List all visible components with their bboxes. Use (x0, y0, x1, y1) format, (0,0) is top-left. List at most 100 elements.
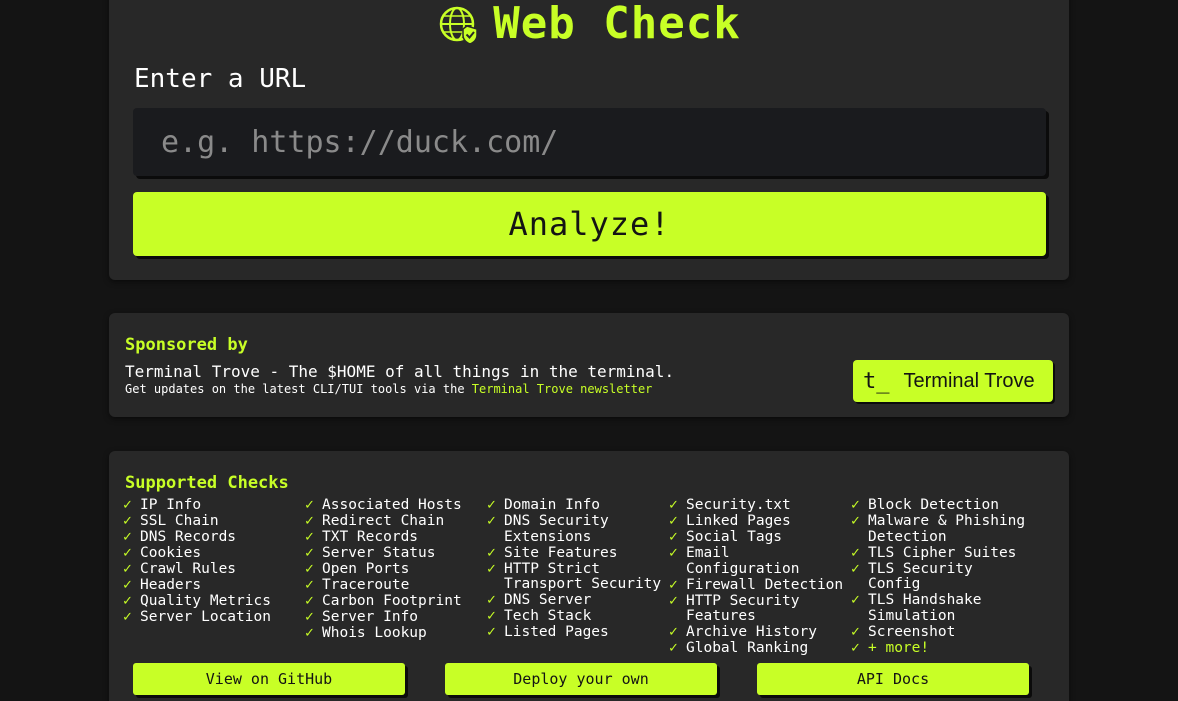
check-item-label: Domain Info (504, 497, 601, 513)
checks-column: ✓ Domain Info ✓ DNS Security Extensions ✓ Sit… (487, 497, 669, 657)
check-item-label: Block Detection (868, 497, 999, 513)
checks-column: ✓ Security.txt ✓ Linked Pages ✓ Social Tags ✓ E… (669, 497, 851, 657)
check-item-label: Security.txt (686, 497, 791, 513)
url-entry-card: Web Check Enter a URL Analyze! (109, 0, 1069, 280)
checkmark-icon: ✓ (305, 497, 314, 513)
check-item-label: IP Info (140, 497, 202, 513)
check-item: ✓ + more! (851, 640, 1033, 657)
checkmark-icon: ✓ (487, 497, 496, 513)
checkmark-icon: ✓ (669, 640, 678, 656)
sponsor-tagline: Terminal Trove - The $HOME of all things… (125, 362, 675, 381)
check-item: ✓ Server Location (123, 609, 305, 626)
checkmark-icon: ✓ (851, 592, 860, 608)
check-item: ✓ Firewall Detection (669, 576, 851, 594)
url-input-label: Enter a URL (134, 64, 307, 94)
check-item-label: Carbon Footprint (322, 593, 462, 609)
sponsor-heading: Sponsored by (125, 335, 248, 355)
checkmark-icon: ✓ (487, 624, 496, 640)
check-item-label: HTTP Security Features (686, 592, 800, 624)
analyze-button[interactable]: Analyze! (133, 192, 1046, 256)
checkmark-icon: ✓ (123, 545, 132, 561)
check-item: ✓ Carbon Footprint (305, 593, 487, 610)
checkmark-icon: ✓ (669, 576, 678, 593)
check-item: ✓ Global Ranking (669, 640, 851, 657)
check-item-label: Redirect Chain (322, 513, 445, 529)
check-item: ✓ Cookies (123, 545, 305, 562)
check-item: ✓ Headers (123, 577, 305, 594)
checkmark-icon: ✓ (669, 513, 678, 529)
checkmark-icon: ✓ (669, 529, 678, 545)
check-item: ✓ HTTP Security Features (669, 592, 851, 625)
checks-column: ✓ Associated Hosts ✓ Redirect Chain ✓ TXT Rec… (305, 497, 487, 657)
check-item-label: Site Features (504, 544, 618, 561)
check-item: ✓ DNS Security Extensions (487, 513, 669, 545)
check-item: ✓ Block Detection (851, 497, 1033, 514)
checkmark-icon: ✓ (851, 497, 860, 513)
check-item-label: Linked Pages (686, 513, 791, 529)
check-item-label: TLS Handshake Simulation (868, 592, 982, 624)
check-item-label: Server Location (140, 609, 271, 625)
check-item-label: HTTP Strict Transport Security (504, 560, 662, 592)
checkmark-icon: ✓ (669, 545, 678, 561)
checkmark-icon: ✓ (305, 609, 314, 625)
url-input[interactable] (133, 108, 1046, 176)
check-item: ✓ Crawl Rules (123, 561, 305, 578)
header: Web Check (109, 0, 1069, 50)
checkmark-icon: ✓ (123, 609, 132, 625)
check-item: ✓ Traceroute (305, 577, 487, 594)
check-item: ✓ Tech Stack (487, 608, 669, 625)
check-item: ✓ Screenshot (851, 624, 1033, 641)
check-item: ✓ TXT Records (305, 529, 487, 546)
check-item-label: Listed Pages (504, 624, 609, 640)
view-on-github-button[interactable]: View on GitHub (133, 663, 405, 695)
supported-checks-heading: Supported Checks (125, 473, 289, 493)
checkmark-icon: ✓ (123, 593, 132, 609)
checkmark-icon: ✓ (851, 513, 860, 529)
sponsor-subtext-prefix: Get updates on the latest CLI/TUI tools … (125, 382, 472, 396)
newsletter-link[interactable]: Terminal Trove newsletter (472, 382, 653, 396)
check-item: ✓ Listed Pages (487, 624, 669, 641)
check-item: ✓ TLS Handshake Simulation (851, 592, 1033, 624)
check-item: ✓ Open Ports (305, 561, 487, 578)
check-item: ✓ Linked Pages (669, 513, 851, 530)
checkmark-icon: ✓ (123, 561, 132, 577)
check-item: ✓ Server Status (305, 545, 487, 562)
terminal-prompt-icon: t_ (863, 368, 890, 394)
check-item-label: Social Tags (686, 529, 783, 545)
terminal-trove-button[interactable]: t_ Terminal Trove (853, 360, 1053, 402)
app-title: Web Check (493, 0, 741, 49)
check-item: ✓ Redirect Chain (305, 513, 487, 530)
checks-column: ✓ Block Detection ✓ Malware & Phishing Dete… (851, 497, 1033, 657)
checks-list: ✓ IP Info ✓ SSL Chain ✓ DNS Records ✓ Cookies ✓ C… (123, 497, 1033, 657)
api-docs-button[interactable]: API Docs (757, 663, 1029, 695)
checkmark-icon: ✓ (851, 544, 860, 561)
check-item-label: Traceroute (322, 577, 410, 593)
checkmark-icon: ✓ (305, 561, 314, 577)
checkmark-icon: ✓ (487, 560, 496, 577)
checkmark-icon: ✓ (123, 497, 132, 513)
check-item-label: Whois Lookup (322, 625, 427, 641)
check-item: ✓ Site Features (487, 544, 669, 562)
check-item-label: Cookies (140, 545, 202, 561)
check-item-label: Server Info (322, 609, 419, 625)
check-item-label: Quality Metrics (140, 593, 271, 609)
checkmark-icon: ✓ (487, 544, 496, 561)
check-item: ✓ HTTP Strict Transport Security (487, 560, 669, 593)
check-item-label: Firewall Detection (686, 576, 844, 593)
check-item: ✓ SSL Chain (123, 513, 305, 530)
checkmark-icon: ✓ (487, 608, 496, 624)
deploy-your-own-button[interactable]: Deploy your own (445, 663, 717, 695)
check-item-label: TLS Cipher Suites (868, 544, 1017, 561)
sponsor-card: Sponsored by Terminal Trove - The $HOME … (109, 313, 1069, 417)
check-item: ✓ Email Configuration (669, 545, 851, 577)
check-item: ✓ DNS Records (123, 529, 305, 546)
check-item: ✓ Associated Hosts (305, 497, 487, 514)
check-item: ✓ Malware & Phishing Detection (851, 513, 1033, 545)
checks-column: ✓ IP Info ✓ SSL Chain ✓ DNS Records ✓ Cookies ✓ C… (123, 497, 305, 657)
check-item-label: Tech Stack (504, 608, 592, 624)
check-item-label: SSL Chain (140, 513, 219, 529)
check-item: ✓ Quality Metrics (123, 593, 305, 610)
checkmark-icon: ✓ (487, 513, 496, 529)
check-item-label: TXT Records (322, 529, 419, 545)
checkmark-icon: ✓ (669, 592, 678, 609)
